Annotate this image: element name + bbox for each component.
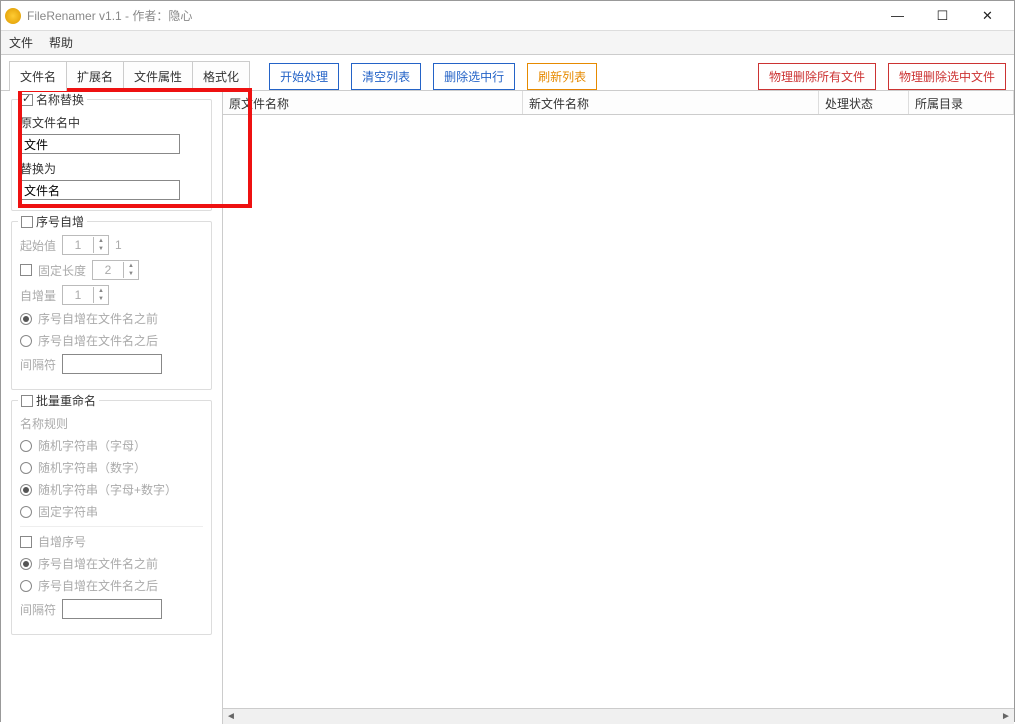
scroll-left-icon[interactable]: ◄ — [223, 711, 239, 722]
minimize-button[interactable]: — — [875, 2, 920, 30]
radio-seq-after[interactable] — [20, 335, 32, 347]
spinner-step[interactable]: 1▲▼ — [62, 285, 109, 305]
radio-batch-before[interactable] — [20, 558, 32, 570]
input-from[interactable] — [20, 134, 180, 154]
content: 名称替换 原文件名中 替换为 序号自增 起始值 1▲▼ 1 固定长度 2▲▼ — [1, 90, 1014, 724]
legend-batch: 批量重命名 — [36, 392, 96, 409]
label-step: 自增量 — [20, 287, 56, 304]
main-panel: 原文件名称 新文件名称 处理状态 所属目录 ◄ ► — [223, 91, 1014, 724]
label-to: 替换为 — [20, 160, 203, 177]
label-start: 起始值 — [20, 237, 56, 254]
radio-fixed-str[interactable] — [20, 506, 32, 518]
tab-ext[interactable]: 扩展名 — [66, 61, 124, 91]
spinner-fixed[interactable]: 2▲▼ — [92, 260, 139, 280]
menu-help[interactable]: 帮助 — [49, 34, 73, 51]
label-rule: 名称规则 — [20, 415, 203, 432]
delete-selected-button[interactable]: 删除选中行 — [433, 63, 515, 90]
scroll-right-icon[interactable]: ► — [998, 711, 1014, 722]
delete-selected-files-button[interactable]: 物理删除选中文件 — [888, 63, 1006, 90]
label-fixed: 固定长度 — [38, 262, 86, 279]
menubar: 文件 帮助 — [1, 31, 1014, 55]
checkbox-batch[interactable] — [21, 395, 33, 407]
col-status[interactable]: 处理状态 — [819, 91, 909, 114]
app-icon — [5, 8, 21, 24]
close-button[interactable]: ✕ — [965, 2, 1010, 30]
spinner-start[interactable]: 1▲▼ — [62, 235, 109, 255]
label-batch-sep: 间隔符 — [20, 601, 56, 618]
legend-sequence: 序号自增 — [36, 213, 84, 230]
checkbox-replace[interactable] — [21, 94, 33, 106]
tabs: 文件名 扩展名 文件属性 格式化 — [9, 61, 249, 91]
checkbox-sequence[interactable] — [21, 216, 33, 228]
radio-rand-num[interactable] — [20, 462, 32, 474]
refresh-button[interactable]: 刷新列表 — [527, 63, 597, 90]
col-folder[interactable]: 所属目录 — [909, 91, 1014, 114]
tab-filename[interactable]: 文件名 — [9, 61, 67, 91]
radio-rand-mix[interactable] — [20, 484, 32, 496]
delete-all-files-button[interactable]: 物理删除所有文件 — [758, 63, 876, 90]
table-header: 原文件名称 新文件名称 处理状态 所属目录 — [223, 91, 1014, 115]
input-batch-sep[interactable] — [62, 599, 162, 619]
radio-batch-after[interactable] — [20, 580, 32, 592]
checkbox-autoseq[interactable] — [20, 536, 32, 548]
legend-replace: 名称替换 — [36, 91, 84, 108]
group-replace: 名称替换 原文件名中 替换为 — [11, 99, 212, 211]
menu-file[interactable]: 文件 — [9, 34, 33, 51]
tab-attr[interactable]: 文件属性 — [123, 61, 193, 91]
titlebar: FileRenamer v1.1 - 作者：隐心 — ☐ ✕ — [1, 1, 1014, 31]
label-seq-sep: 间隔符 — [20, 356, 56, 373]
tab-format[interactable]: 格式化 — [192, 61, 250, 91]
label-from: 原文件名中 — [20, 114, 203, 131]
group-batch: 批量重命名 名称规则 随机字符串（字母） 随机字符串（数字） 随机字符串（字母+… — [11, 400, 212, 635]
group-sequence: 序号自增 起始值 1▲▼ 1 固定长度 2▲▼ 自增量 1▲▼ 序号自增在文件名… — [11, 221, 212, 390]
clear-button[interactable]: 清空列表 — [351, 63, 421, 90]
radio-seq-before[interactable] — [20, 313, 32, 325]
table-body — [223, 115, 1014, 708]
toolbar: 文件名 扩展名 文件属性 格式化 开始处理 清空列表 删除选中行 刷新列表 物理… — [1, 55, 1014, 91]
input-to[interactable] — [20, 180, 180, 200]
maximize-button[interactable]: ☐ — [920, 2, 965, 30]
sidebar: 名称替换 原文件名中 替换为 序号自增 起始值 1▲▼ 1 固定长度 2▲▼ — [1, 91, 223, 724]
col-new[interactable]: 新文件名称 — [523, 91, 819, 114]
input-seq-sep[interactable] — [62, 354, 162, 374]
start-button[interactable]: 开始处理 — [269, 63, 339, 90]
window-title: FileRenamer v1.1 - 作者：隐心 — [27, 7, 875, 24]
start-suffix: 1 — [115, 238, 122, 252]
radio-rand-alpha[interactable] — [20, 440, 32, 452]
col-original[interactable]: 原文件名称 — [223, 91, 523, 114]
checkbox-fixed-length[interactable] — [20, 264, 32, 276]
